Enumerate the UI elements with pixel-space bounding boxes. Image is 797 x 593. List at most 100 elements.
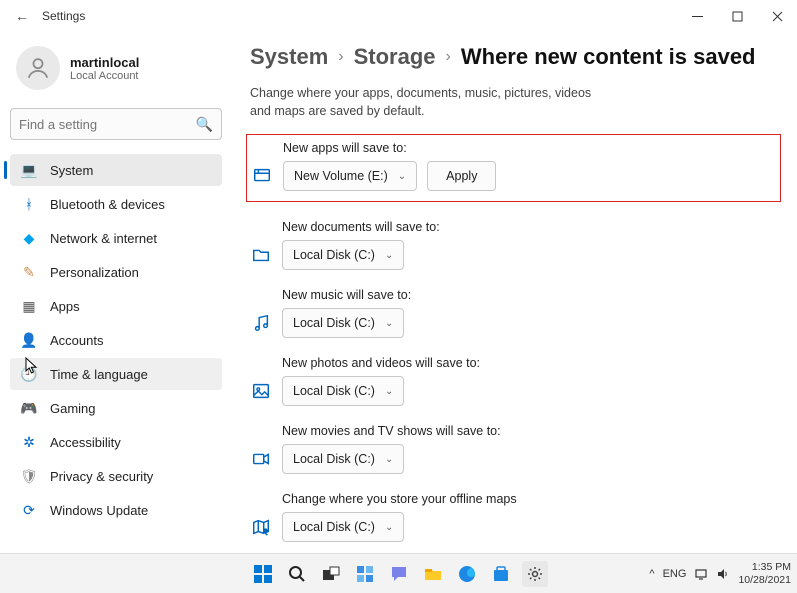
chevron-down-icon: ⌄ <box>385 250 393 261</box>
nav-icon: 🕘 <box>20 366 38 383</box>
nav-icon: 🛡 <box>20 468 38 485</box>
avatar <box>16 46 60 90</box>
breadcrumb-sep: › <box>446 48 451 66</box>
start-button[interactable] <box>250 561 276 587</box>
chevron-down-icon: ⌄ <box>398 171 406 182</box>
explorer-icon[interactable] <box>420 561 446 587</box>
tray-language[interactable]: ENG <box>663 568 687 580</box>
nav-icon: ᚼ <box>20 196 38 212</box>
setting-row: New movies and TV shows will save to: Loc… <box>250 424 777 474</box>
map-icon <box>250 516 272 538</box>
dropdown-value: Local Disk (C:) <box>293 520 375 534</box>
window-controls <box>677 0 797 32</box>
setting-row: New photos and videos will save to: Local… <box>250 356 777 406</box>
main-panel: System › Storage › Where new content is … <box>232 32 797 553</box>
nav-label: Network & internet <box>50 231 157 246</box>
breadcrumb-system[interactable]: System <box>250 44 328 70</box>
drive-dropdown[interactable]: Local Disk (C:)⌄ <box>282 308 404 338</box>
dropdown-value: Local Disk (C:) <box>293 248 375 262</box>
settings-taskbar-icon[interactable] <box>522 561 548 587</box>
nav-label: System <box>50 163 93 178</box>
nav-label: Accounts <box>50 333 103 348</box>
network-icon[interactable] <box>694 567 708 581</box>
app-title: Settings <box>42 9 85 23</box>
search-input[interactable] <box>19 117 196 132</box>
maximize-button[interactable] <box>717 0 757 32</box>
nav-label: Personalization <box>50 265 139 280</box>
nav-icon: ✎ <box>20 264 38 281</box>
search-box[interactable]: 🔍 <box>10 108 222 140</box>
chat-icon[interactable] <box>386 561 412 587</box>
nav-icon: ✲ <box>20 434 38 451</box>
user-name: martinlocal <box>70 55 139 70</box>
nav-icon: ⟳ <box>20 502 38 519</box>
setting-label: New documents will save to: <box>282 220 440 234</box>
dropdown-value: Local Disk (C:) <box>293 384 375 398</box>
nav-icon: ▦ <box>20 298 38 315</box>
drive-dropdown[interactable]: Local Disk (C:) ⌄ <box>282 376 404 406</box>
sidebar-item-personalization[interactable]: ✎ Personalization <box>10 256 222 288</box>
nav-label: Apps <box>50 299 80 314</box>
nav-label: Time & language <box>50 367 148 382</box>
tray-chevron[interactable]: ^ <box>649 568 654 580</box>
sidebar-item-accessibility[interactable]: ✲ Accessibility <box>10 426 222 458</box>
apps-icon <box>251 165 273 187</box>
clock[interactable]: 1:35 PM 10/28/2021 <box>738 561 791 585</box>
folder-icon <box>250 244 272 266</box>
widgets-icon[interactable] <box>352 561 378 587</box>
drive-dropdown[interactable]: New Volume (E:) ⌄ <box>283 161 417 191</box>
breadcrumb-current: Where new content is saved <box>461 44 756 70</box>
sidebar-item-apps[interactable]: ▦ Apps <box>10 290 222 322</box>
nav-icon: 💻 <box>20 162 38 179</box>
nav-label: Accessibility <box>50 435 121 450</box>
edge-icon[interactable] <box>454 561 480 587</box>
drive-dropdown[interactable]: Local Disk (C:) ⌄ <box>282 444 404 474</box>
setting-row: Change where you store your offline maps… <box>250 492 777 542</box>
sidebar-item-windows-update[interactable]: ⟳Windows Update <box>10 494 222 526</box>
setting-row: New documents will save to: Local Disk (C… <box>250 220 777 270</box>
drive-dropdown[interactable]: Local Disk (C:) ⌄ <box>282 512 404 542</box>
sidebar-item-network-internet[interactable]: ◆Network & internet <box>10 222 222 254</box>
breadcrumb-storage[interactable]: Storage <box>354 44 436 70</box>
chevron-down-icon: ⌄ <box>385 522 393 533</box>
page-description: Change where your apps, documents, music… <box>250 84 610 120</box>
sidebar-item-bluetooth-devices[interactable]: ᚼBluetooth & devices <box>10 188 222 220</box>
nav-icon: 👤 <box>20 332 38 349</box>
drive-dropdown[interactable]: Local Disk (C:) ⌄ <box>282 240 404 270</box>
setting-row: New music will save to: Local Disk (C:)⌄ <box>250 288 777 338</box>
breadcrumb-sep: › <box>338 48 343 66</box>
clock-date: 10/28/2021 <box>738 574 791 586</box>
setting-label: New movies and TV shows will save to: <box>282 424 501 438</box>
setting-row: New apps will save to: New Volume (E:) ⌄ Ap… <box>246 134 781 202</box>
music-icon <box>250 312 272 334</box>
close-button[interactable] <box>757 0 797 32</box>
sidebar-item-system[interactable]: 💻 System <box>10 154 222 186</box>
back-button[interactable]: ← <box>8 8 36 24</box>
setting-label: New apps will save to: <box>283 141 496 155</box>
taskbar: ^ ENG 1:35 PM 10/28/2021 <box>0 553 797 593</box>
sidebar: martinlocal Local Account 🔍 💻 System ᚼBlue… <box>0 32 232 553</box>
clock-time: 1:35 PM <box>738 561 791 573</box>
apply-button[interactable]: Apply <box>427 161 496 191</box>
taskbar-search-icon[interactable] <box>284 561 310 587</box>
store-icon[interactable] <box>488 561 514 587</box>
dropdown-value: New Volume (E:) <box>294 169 388 183</box>
chevron-down-icon: ⌄ <box>385 318 393 329</box>
sidebar-item-gaming[interactable]: 🎮Gaming <box>10 392 222 424</box>
sidebar-item-time-language[interactable]: 🕘 Time & language <box>10 358 222 390</box>
volume-icon[interactable] <box>716 567 730 581</box>
sidebar-item-privacy-security[interactable]: 🛡 Privacy & security <box>10 460 222 492</box>
minimize-button[interactable] <box>677 0 717 32</box>
dropdown-value: Local Disk (C:) <box>293 452 375 466</box>
sidebar-item-accounts[interactable]: 👤 Accounts <box>10 324 222 356</box>
nav-label: Privacy & security <box>50 469 153 484</box>
user-panel[interactable]: martinlocal Local Account <box>10 36 222 108</box>
setting-label: New photos and videos will save to: <box>282 356 480 370</box>
nav-label: Gaming <box>50 401 96 416</box>
chevron-down-icon: ⌄ <box>385 386 393 397</box>
chevron-down-icon: ⌄ <box>385 454 393 465</box>
search-icon: 🔍 <box>196 116 213 133</box>
task-view-icon[interactable] <box>318 561 344 587</box>
setting-label: New music will save to: <box>282 288 411 302</box>
system-tray: ^ ENG 1:35 PM 10/28/2021 <box>649 561 791 585</box>
